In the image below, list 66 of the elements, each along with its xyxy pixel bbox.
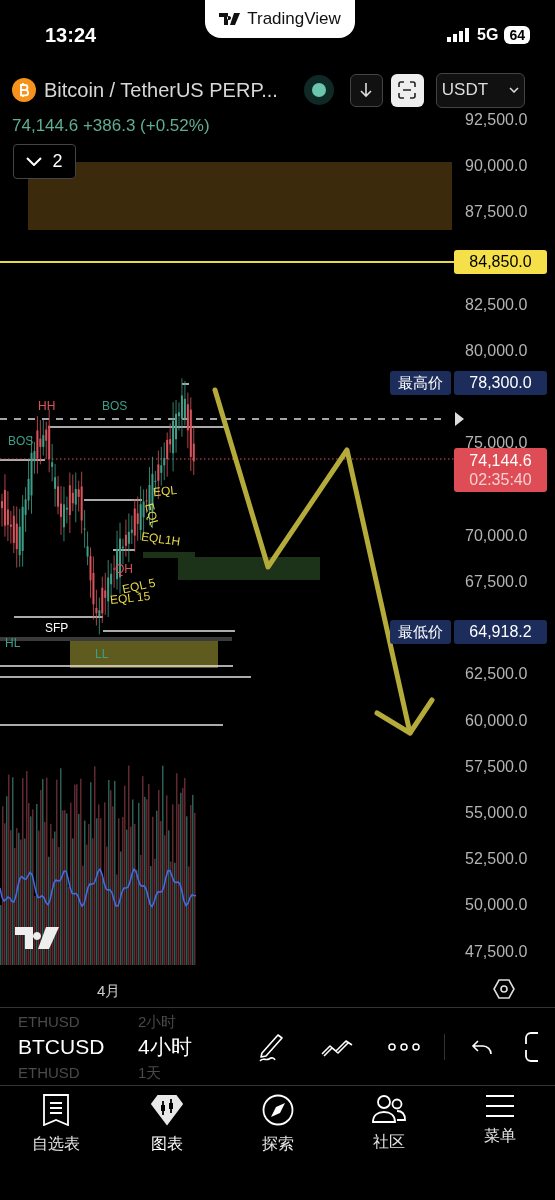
low-price-label: 64,918.2 bbox=[454, 620, 547, 644]
compass-icon bbox=[261, 1094, 294, 1126]
bookmark-list-icon bbox=[41, 1094, 70, 1126]
chart-label: SFP bbox=[45, 621, 69, 635]
menu-icon bbox=[485, 1094, 514, 1118]
chart-label: EQL bbox=[152, 482, 178, 500]
settings-icon[interactable] bbox=[493, 978, 515, 1000]
price-tick: 60,000.0 bbox=[465, 710, 528, 731]
last-price-label: 74,144.6 bbox=[469, 451, 532, 470]
currency-select[interactable]: USDT bbox=[435, 72, 525, 108]
chart-label: HL bbox=[5, 636, 21, 650]
tradingview-logo-icon bbox=[219, 13, 242, 25]
clock-time: 13:24 bbox=[45, 23, 97, 48]
chart-label: BOS bbox=[102, 399, 128, 413]
symbol-title[interactable]: Bitcoin / TetherUS PERP... bbox=[44, 75, 278, 105]
price-tick: 67,500.0 bbox=[465, 572, 528, 592]
time-axis-label: 4月 bbox=[97, 981, 121, 1001]
chart-label: HH bbox=[38, 399, 56, 413]
brand-name: TradingView bbox=[247, 8, 341, 31]
tab-item[interactable]: 菜单 bbox=[444, 1092, 555, 1162]
high-price-tag: 最高价 bbox=[390, 371, 451, 395]
people-icon bbox=[371, 1094, 406, 1124]
bitcoin-logo-icon bbox=[12, 78, 36, 102]
download-button[interactable] bbox=[349, 73, 383, 107]
price-tick: 87,500.0 bbox=[465, 202, 528, 223]
battery-level: 64 bbox=[504, 26, 530, 44]
chart-label: LL bbox=[95, 647, 109, 661]
chart-label: EQL bbox=[142, 501, 162, 529]
network-type: 5G bbox=[477, 25, 499, 45]
chevron-down-icon bbox=[508, 87, 519, 93]
price-tick: 57,500.0 bbox=[465, 756, 528, 777]
undo-icon[interactable] bbox=[471, 1038, 493, 1055]
price-tick: 70,000.0 bbox=[465, 525, 528, 546]
signal-icon bbox=[447, 28, 472, 42]
price-tick: 50,000.0 bbox=[465, 895, 528, 916]
price-tick: 90,000.0 bbox=[465, 156, 528, 177]
chart-label: EQL1H bbox=[140, 529, 182, 549]
price-tick: 75,000.0 bbox=[465, 433, 528, 454]
price-tick: 47,500.0 bbox=[465, 941, 528, 962]
price-tick: 82,500.0 bbox=[465, 294, 528, 315]
indicators-toggle[interactable]: 2 bbox=[13, 144, 76, 179]
tab-item[interactable]: 社区 bbox=[333, 1092, 444, 1162]
tab-item[interactable]: 探索 bbox=[222, 1092, 333, 1162]
alert-price-label: 84,850.0 bbox=[454, 250, 547, 274]
down-arrow-icon bbox=[359, 82, 374, 98]
price-tick: 52,500.0 bbox=[465, 849, 528, 870]
frame-icon bbox=[398, 81, 417, 99]
more-icon[interactable] bbox=[388, 1042, 420, 1051]
fullscreen-button[interactable] bbox=[390, 73, 424, 107]
price-change-line: 74,144.6 +386.3 (+0.52%) bbox=[12, 115, 210, 137]
level-marker-icon bbox=[455, 412, 464, 426]
price-tick: 80,000.0 bbox=[465, 341, 528, 361]
price-tick: 92,500.0 bbox=[465, 110, 528, 130]
frame-icon[interactable] bbox=[525, 1031, 539, 1062]
chevron-down-icon bbox=[26, 157, 43, 166]
interval-option[interactable]: 4小时 bbox=[138, 1030, 238, 1063]
price-tick: 62,500.0 bbox=[465, 664, 528, 685]
tab-item[interactable]: 图表 bbox=[111, 1092, 222, 1162]
high-price-label: 78,300.0 bbox=[454, 371, 547, 395]
tradingview-watermark-icon bbox=[15, 927, 61, 949]
price-tick: 55,000.0 bbox=[465, 803, 528, 823]
candles-icon bbox=[150, 1094, 183, 1126]
low-price-tag: 最低价 bbox=[390, 620, 451, 644]
bar-countdown: 02:35:40 bbox=[469, 470, 532, 489]
symbol-option[interactable]: BTCUSD bbox=[18, 1030, 138, 1063]
tab-item[interactable]: 自选表 bbox=[0, 1092, 111, 1162]
